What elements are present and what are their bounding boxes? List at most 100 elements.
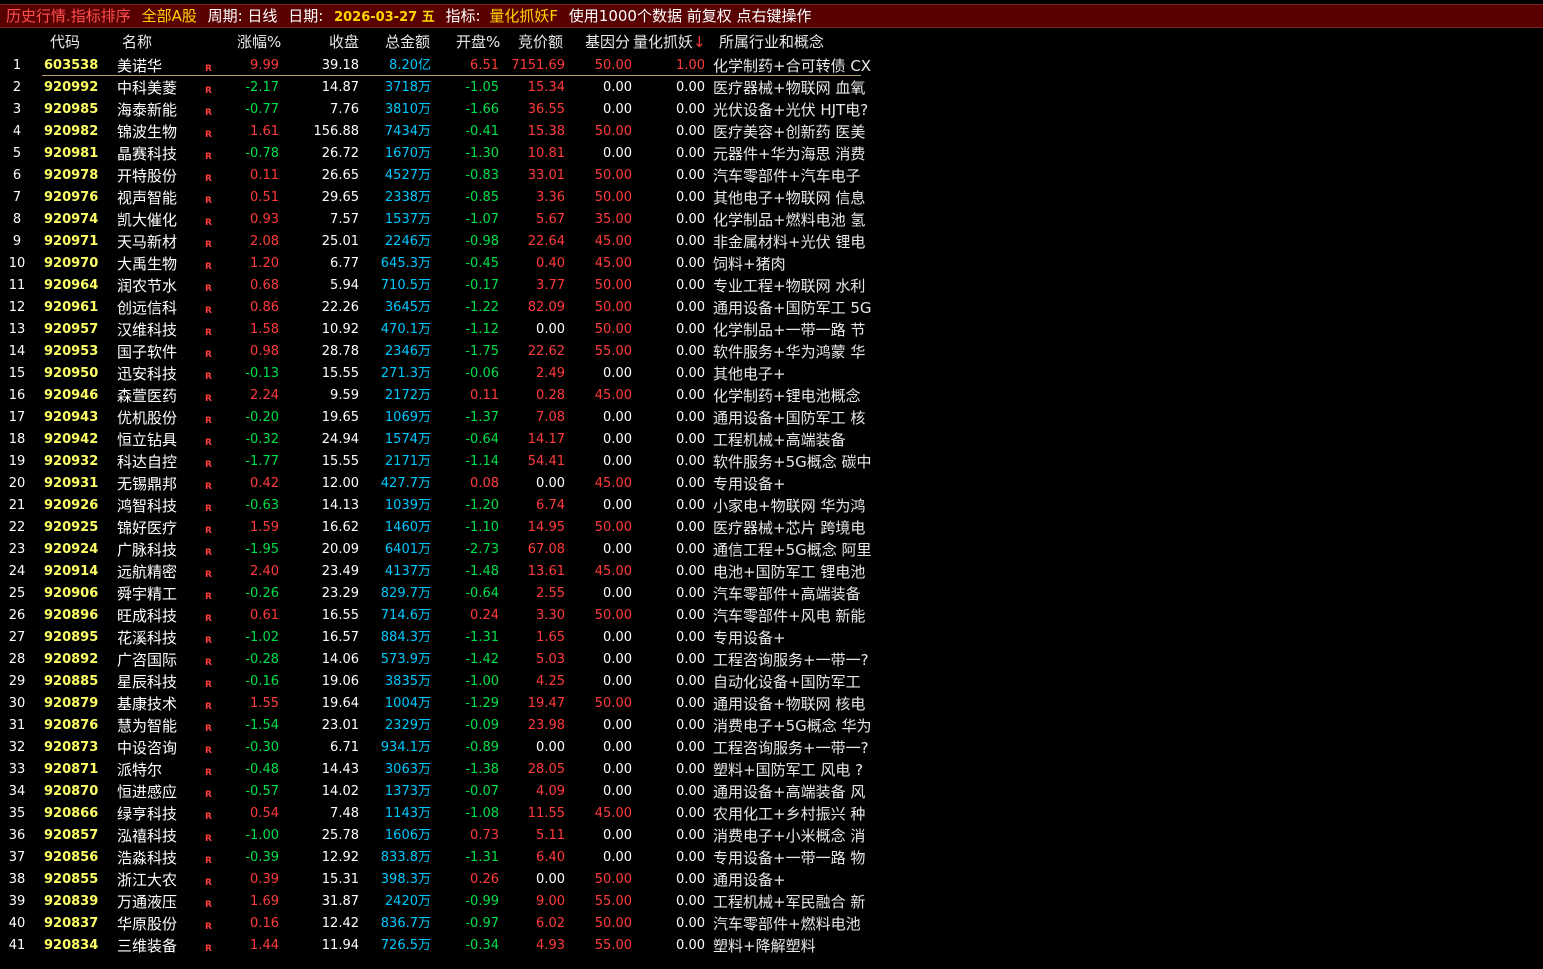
close-price: 16.62 — [321, 520, 359, 535]
gene-score: 55.00 — [594, 938, 632, 953]
row-index: 22 — [8, 520, 26, 535]
stock-code: 920970 — [44, 256, 99, 271]
table-row[interactable]: 9 920971 天马新材 R 2.08 25.01 2246万 -0.98 22.64 45.0… — [0, 231, 1543, 253]
table-row[interactable]: 14 920953 国子软件 R 0.98 28.78 2346万 -1.75 22.62 55.… — [0, 341, 1543, 363]
table-row[interactable]: 16 920946 森萱医药 R 2.24 9.59 2172万 0.11 0.28 45.00 0… — [0, 385, 1543, 407]
col-close[interactable]: 收盘 — [329, 31, 359, 53]
table-row[interactable]: 12 920961 创远信科 R 0.86 22.26 3645万 -1.22 82.09 50.… — [0, 297, 1543, 319]
table-row[interactable]: 28 920892 广咨国际 R -0.28 14.06 573.9万 -1.42 5.03 0.… — [0, 649, 1543, 671]
industry-concept: 通用设备+物联网 核电 — [713, 695, 866, 713]
open-pct: -1.05 — [465, 80, 499, 95]
open-pct: 6.51 — [470, 58, 499, 73]
total-amount: 398.3万 — [380, 872, 431, 887]
table-row[interactable]: 36 920857 泓禧科技 R -1.00 25.78 1606万 0.73 5.11 0.00… — [0, 825, 1543, 847]
open-pct: -1.37 — [465, 410, 499, 425]
stock-name: 旺成科技 — [117, 607, 178, 625]
gene-score: 45.00 — [594, 476, 632, 491]
industry-concept: 通用设备+ — [713, 871, 786, 889]
table-row[interactable]: 37 920856 浩淼科技 R -0.39 12.92 833.8万 -1.31 6.40 0.… — [0, 847, 1543, 869]
indicator-value: 0.00 — [676, 520, 705, 535]
table-row[interactable]: 35 920866 绿亨科技 R 0.54 7.48 1143万 -1.08 11.55 45.0… — [0, 803, 1543, 825]
scope-selector[interactable]: 全部A股 — [142, 5, 197, 27]
industry-concept: 医疗器械+物联网 血氧 — [713, 79, 866, 97]
table-row[interactable]: 33 920871 派特尔 R -0.48 14.43 3063万 -1.38 28.05 0.0… — [0, 759, 1543, 781]
table-row[interactable]: 31 920876 慧为智能 R -1.54 23.01 2329万 -0.09 23.98 0.… — [0, 715, 1543, 737]
table-row[interactable]: 4 920982 锦波生物 R 1.61 156.88 7434万 -0.41 15.38 50.… — [0, 121, 1543, 143]
module-title[interactable]: 历史行情.指标排序 — [6, 5, 131, 27]
table-row[interactable]: 21 920926 鸿智科技 R -0.63 14.13 1039万 -1.20 6.74 0.0… — [0, 495, 1543, 517]
industry-concept: 通用设备+国防军工 核 — [713, 409, 866, 427]
table-row[interactable]: 7 920976 视声智能 R 0.51 29.65 2338万 -0.85 3.36 50.00… — [0, 187, 1543, 209]
total-amount: 3063万 — [384, 762, 431, 777]
table-row[interactable]: 38 920855 浙江大农 R 0.39 15.31 398.3万 0.26 0.00 50.0… — [0, 869, 1543, 891]
table-row[interactable]: 15 920950 迅安科技 R -0.13 15.55 271.3万 -0.06 2.49 0.… — [0, 363, 1543, 385]
table-row[interactable]: 27 920895 花溪科技 R -1.02 16.57 884.3万 -1.31 1.65 0.… — [0, 627, 1543, 649]
stock-name: 森萱医药 — [117, 387, 178, 405]
col-bid[interactable]: 竞价额 — [518, 31, 563, 53]
industry-concept: 塑料+降解塑料 — [713, 937, 816, 955]
table-row[interactable]: 30 920879 基康技术 R 1.55 19.64 1004万 -1.29 19.47 50.… — [0, 693, 1543, 715]
table-row[interactable]: 8 920974 凯大催化 R 0.93 7.57 1537万 -1.07 5.67 35.00 0… — [0, 209, 1543, 231]
table-row[interactable]: 25 920906 舜宇精工 R -0.26 23.29 829.7万 -0.64 2.55 0.… — [0, 583, 1543, 605]
table-row[interactable]: 26 920896 旺成科技 R 0.61 16.55 714.6万 0.24 3.30 50.0… — [0, 605, 1543, 627]
table-row[interactable]: 34 920870 恒进感应 R -0.57 14.02 1373万 -0.07 4.09 0.0… — [0, 781, 1543, 803]
col-concept[interactable]: 所属行业和概念 — [719, 31, 824, 53]
table-row[interactable]: 32 920873 中设咨询 R -0.30 6.71 934.1万 -0.89 0.00 0.0… — [0, 737, 1543, 759]
table-row[interactable]: 10 920970 大禹生物 R 1.20 6.77 645.3万 -0.45 0.40 45.0… — [0, 253, 1543, 275]
table-row[interactable]: 24 920914 远航精密 R 2.40 23.49 4137万 -1.48 13.61 45.… — [0, 561, 1543, 583]
row-index: 19 — [8, 454, 26, 469]
table-row[interactable]: 18 920942 恒立钻具 R -0.32 24.94 1574万 -0.64 14.17 0.… — [0, 429, 1543, 451]
col-name[interactable]: 名称 — [122, 31, 152, 53]
stock-code: 920932 — [44, 454, 99, 469]
total-amount: 6401万 — [384, 542, 431, 557]
total-amount: 4137万 — [384, 564, 431, 579]
col-change[interactable]: 涨幅% — [237, 31, 281, 53]
col-code[interactable]: 代码 — [50, 31, 80, 53]
close-price: 6.71 — [330, 740, 359, 755]
col-base[interactable]: 基因分 — [585, 31, 630, 53]
table-row[interactable]: 29 920885 星辰科技 R -0.16 19.06 3835万 -1.00 4.25 0.0… — [0, 671, 1543, 693]
industry-concept: 消费电子+5G概念 华为 — [713, 717, 872, 735]
stock-name: 视声智能 — [117, 189, 178, 207]
change-pct: 2.40 — [250, 564, 279, 579]
total-amount: 833.8万 — [380, 850, 431, 865]
stock-code: 920839 — [44, 894, 99, 909]
industry-concept: 汽车零部件+汽车电子 — [713, 167, 861, 185]
col-open[interactable]: 开盘% — [456, 31, 500, 53]
col-indicator[interactable]: 量化抓妖↓ — [633, 31, 706, 53]
period-selector[interactable]: 周期: 日线 — [208, 5, 278, 27]
stock-name: 大禹生物 — [117, 255, 178, 273]
stock-code: 920964 — [44, 278, 99, 293]
change-pct: 0.16 — [250, 916, 279, 931]
table-row[interactable]: 20 920931 无锡鼎邦 R 0.42 12.00 427.7万 0.08 0.00 45.0… — [0, 473, 1543, 495]
table-row[interactable]: 39 920839 万通液压 R 1.69 31.87 2420万 -0.99 9.00 55.0… — [0, 891, 1543, 913]
stock-code: 920982 — [44, 124, 99, 139]
open-pct: 0.24 — [470, 608, 499, 623]
date-selector[interactable]: 2026-03-27 五 — [334, 7, 435, 29]
table-row[interactable]: 19 920932 科达自控 R -1.77 15.55 2171万 -1.14 54.41 0.… — [0, 451, 1543, 473]
auction-amount: 5.03 — [536, 652, 565, 667]
industry-concept: 工程机械+高端装备 — [713, 431, 846, 449]
table-row[interactable]: 5 920981 晶赛科技 R -0.78 26.72 1670万 -1.30 10.81 0.0… — [0, 143, 1543, 165]
table-row[interactable]: 3 920985 海泰新能 R -0.77 7.76 3810万 -1.66 36.55 0.00… — [0, 99, 1543, 121]
table-row[interactable]: 17 920943 优机股份 R -0.20 19.65 1069万 -1.37 7.08 0.0… — [0, 407, 1543, 429]
table-row[interactable]: 6 920978 开特股份 R 0.11 26.65 4527万 -0.83 33.01 50.0… — [0, 165, 1543, 187]
indicator-value: 0.00 — [676, 762, 705, 777]
row-index: 37 — [8, 850, 26, 865]
gene-score: 45.00 — [594, 256, 632, 271]
col-amount[interactable]: 总金额 — [385, 31, 430, 53]
table-row[interactable]: 2 920992 中科美菱 R -2.17 14.87 3718万 -1.05 15.34 0.0… — [0, 77, 1543, 99]
indicator-selector[interactable]: 量化抓妖F — [489, 5, 558, 27]
table-row[interactable]: 23 920924 广脉科技 R -1.95 20.09 6401万 -2.73 67.08 0.… — [0, 539, 1543, 561]
row-index: 8 — [12, 212, 22, 227]
close-price: 39.18 — [321, 58, 359, 73]
total-amount: 3810万 — [384, 102, 431, 117]
close-price: 26.72 — [321, 146, 359, 161]
table-row[interactable]: 1 603538 美诺华 R 9.99 39.18 8.20亿 6.51 7151.69 50.0… — [0, 55, 1543, 77]
table-row[interactable]: 41 920834 三维装备 R 1.44 11.94 726.5万 -0.34 4.93 55.… — [0, 935, 1543, 957]
table-row[interactable]: 40 920837 华原股份 R 0.16 12.42 836.7万 -0.97 6.02 50.… — [0, 913, 1543, 935]
table-row[interactable]: 22 920925 锦好医疗 R 1.59 16.62 1460万 -1.10 14.95 50.… — [0, 517, 1543, 539]
indicator-value: 0.00 — [676, 806, 705, 821]
table-row[interactable]: 11 920964 润农节水 R 0.68 5.94 710.5万 -0.17 3.77 50.0… — [0, 275, 1543, 297]
table-row[interactable]: 13 920957 汉维科技 R 1.58 10.92 470.1万 -1.12 0.00 50.… — [0, 319, 1543, 341]
